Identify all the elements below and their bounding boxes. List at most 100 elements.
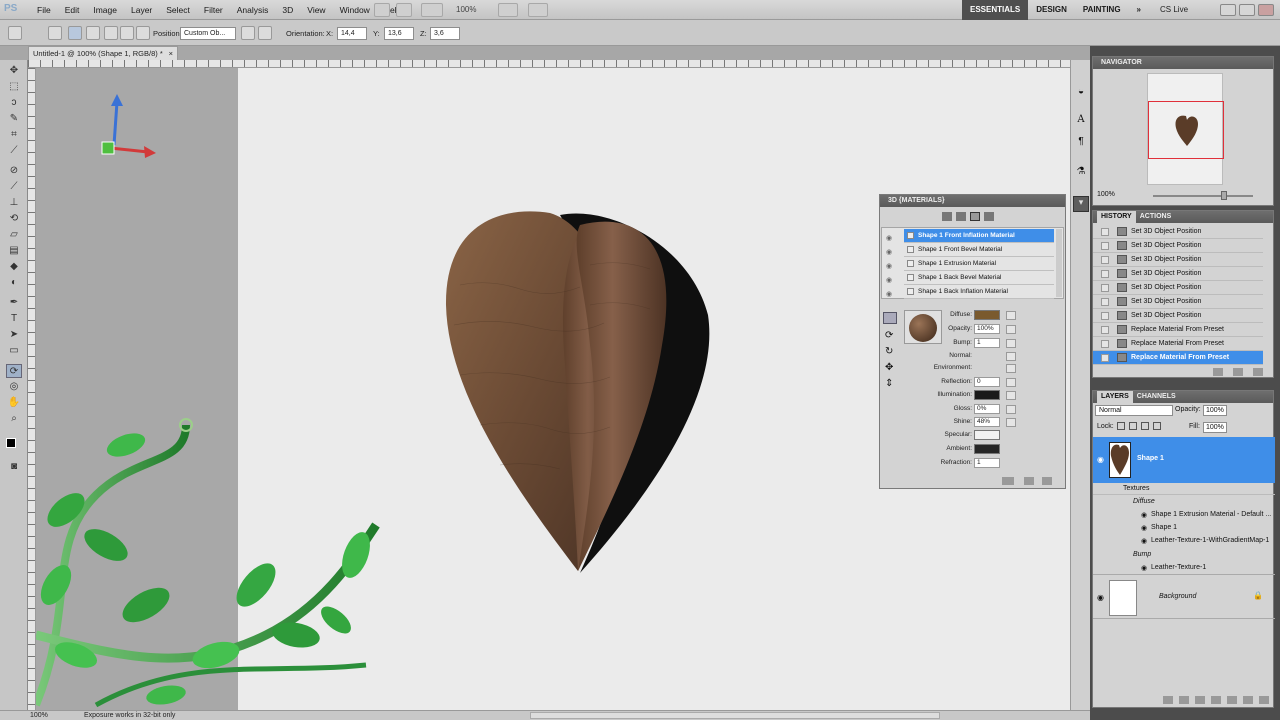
lock-all-icon[interactable] [1153, 422, 1161, 430]
link-layers-icon[interactable] [1163, 696, 1173, 704]
texture-item[interactable]: ◉ Shape 1 Extrusion Material - Default ..… [1093, 509, 1275, 522]
history-item[interactable]: Replace Material From Preset [1093, 337, 1263, 351]
shape-tool-icon[interactable]: ▭ [6, 344, 22, 358]
tool-presets-icon[interactable]: ⚗ [1074, 166, 1088, 180]
eye-icon[interactable]: ◉ [886, 276, 892, 284]
slide-3d-icon[interactable] [120, 26, 134, 40]
filter-meshes-icon[interactable] [956, 212, 966, 221]
document-tab[interactable]: Untitled-1 @ 100% (Shape 1, RGB/8) * × [28, 46, 178, 60]
delete-position-icon[interactable] [258, 26, 272, 40]
close-tab-icon[interactable]: × [169, 47, 173, 60]
roll-3d-icon[interactable] [86, 26, 100, 40]
crop-tool-icon[interactable]: ⌗ [6, 128, 22, 142]
workspace-essentials[interactable]: ESSENTIALS [962, 0, 1029, 20]
brush-tool-icon[interactable]: ⟋ [6, 180, 22, 194]
history-item[interactable]: Set 3D Object Position [1093, 225, 1263, 239]
bridge-icon[interactable] [374, 3, 390, 17]
screen-mode-icon[interactable] [528, 3, 548, 17]
history-item[interactable]: Set 3D Object Position [1093, 309, 1263, 323]
layer-mask-icon[interactable] [1195, 696, 1205, 704]
snapshot-icon[interactable] [1233, 368, 1243, 376]
navigator-zoom[interactable]: 100% [1097, 191, 1115, 198]
navigator-thumbnail[interactable] [1147, 73, 1224, 185]
gradient-tool-icon[interactable]: ▤ [6, 244, 22, 258]
history-source-box[interactable] [1101, 312, 1109, 320]
toggle-lights-icon[interactable] [1024, 477, 1034, 485]
scale-3d-icon[interactable] [136, 26, 150, 40]
history-item[interactable]: Set 3D Object Position [1093, 281, 1263, 295]
history-item[interactable]: Set 3D Object Position [1093, 253, 1263, 267]
blend-mode-select[interactable]: Normal [1095, 405, 1173, 416]
menu-analysis[interactable]: Analysis [230, 0, 276, 20]
texture-item[interactable]: ◉ Shape 1 [1093, 522, 1275, 535]
menu-3d[interactable]: 3D [275, 0, 300, 20]
workspace-more[interactable]: » [1129, 0, 1149, 20]
tool-preset-icon[interactable] [8, 26, 22, 40]
delete-material-icon[interactable] [1042, 477, 1052, 485]
shine-field[interactable]: 48% [974, 417, 1000, 427]
history-source-box[interactable] [1101, 354, 1109, 362]
arrange-docs-icon[interactable] [498, 3, 518, 17]
workspace-painting[interactable]: PAINTING [1075, 0, 1129, 20]
minimize-icon[interactable] [1220, 4, 1236, 16]
history-item[interactable]: Replace Material From Preset [1093, 351, 1263, 365]
eye-icon[interactable]: ◉ [886, 262, 892, 270]
shine-texture-icon[interactable] [1006, 418, 1016, 427]
rotate-3d-icon[interactable] [68, 26, 82, 40]
3d-rotate-tool-icon[interactable]: ⟳ [6, 364, 22, 378]
bump-texture-icon[interactable] [1006, 339, 1016, 348]
gloss-texture-icon[interactable] [1006, 405, 1016, 414]
stamp-tool-icon[interactable]: ⊥ [6, 196, 22, 210]
refraction-field[interactable]: 1 [974, 458, 1000, 468]
history-source-box[interactable] [1101, 340, 1109, 348]
delete-layer-icon[interactable] [1259, 696, 1269, 704]
history-source-box[interactable] [1101, 284, 1109, 292]
marquee-tool-icon[interactable]: ⬚ [6, 80, 22, 94]
new-material-icon[interactable] [1002, 477, 1014, 485]
menu-file[interactable]: File [30, 0, 58, 20]
layer-background[interactable]: ◉ Background 🔒 [1093, 577, 1275, 619]
3d-panel-title-bar[interactable]: 3D {MATERIALS} [880, 195, 1065, 207]
diffuse-texture-icon[interactable] [1006, 311, 1016, 320]
opacity-field[interactable]: 100% [974, 324, 1000, 334]
filter-scene-icon[interactable] [942, 212, 952, 221]
eyedropper-tool-icon[interactable]: ⟋ [6, 144, 22, 158]
history-item[interactable]: Set 3D Object Position [1093, 295, 1263, 309]
environment-texture-icon[interactable] [1006, 364, 1016, 373]
history-source-box[interactable] [1101, 256, 1109, 264]
blur-tool-icon[interactable]: ◆ [6, 260, 22, 274]
path-select-tool-icon[interactable]: ➤ [6, 328, 22, 342]
foreground-color-swatch[interactable] [6, 438, 16, 448]
texture-item[interactable]: ◉ Leather-Texture-1-WithGradientMap-1 [1093, 535, 1275, 548]
character-icon[interactable]: A [1074, 114, 1088, 128]
workspace-design[interactable]: DESIGN [1028, 0, 1075, 20]
specular-swatch[interactable] [974, 430, 1000, 440]
history-source-box[interactable] [1101, 326, 1109, 334]
ambient-swatch[interactable] [974, 444, 1000, 454]
tab-channels[interactable]: CHANNELS [1133, 391, 1180, 403]
eye-icon[interactable]: ◉ [1141, 524, 1147, 532]
return-origin-icon[interactable] [48, 26, 62, 40]
eye-icon[interactable]: ◉ [886, 290, 892, 298]
menu-image[interactable]: Image [86, 0, 124, 20]
eraser-tool-icon[interactable]: ▱ [6, 228, 22, 242]
material-row[interactable]: Shape 1 Back Inflation Material [904, 285, 1054, 299]
menu-layer[interactable]: Layer [124, 0, 159, 20]
lasso-tool-icon[interactable]: ↄ [6, 96, 22, 110]
menu-view[interactable]: View [300, 0, 332, 20]
layer-shape-1[interactable]: ◉ Shape 1 [1093, 437, 1275, 483]
maximize-icon[interactable] [1239, 4, 1255, 16]
z-field[interactable]: 3,6 [430, 27, 460, 40]
eye-icon[interactable]: ◉ [1141, 564, 1147, 572]
materials-scrollbar[interactable] [1056, 229, 1062, 297]
3d-axis-widget[interactable] [90, 90, 170, 170]
eye-icon[interactable]: ◉ [1097, 455, 1104, 464]
diffuse-swatch[interactable] [974, 310, 1000, 320]
quick-mask-icon[interactable]: ◙ [6, 460, 22, 474]
material-row[interactable]: Shape 1 Back Bevel Material [904, 271, 1054, 285]
hand-tool-icon[interactable]: ✋ [6, 396, 22, 410]
menu-filter[interactable]: Filter [197, 0, 230, 20]
dodge-tool-icon[interactable]: ◐ [6, 276, 22, 290]
navigator-zoom-thumb[interactable] [1221, 191, 1227, 200]
history-item[interactable]: Set 3D Object Position [1093, 267, 1263, 281]
